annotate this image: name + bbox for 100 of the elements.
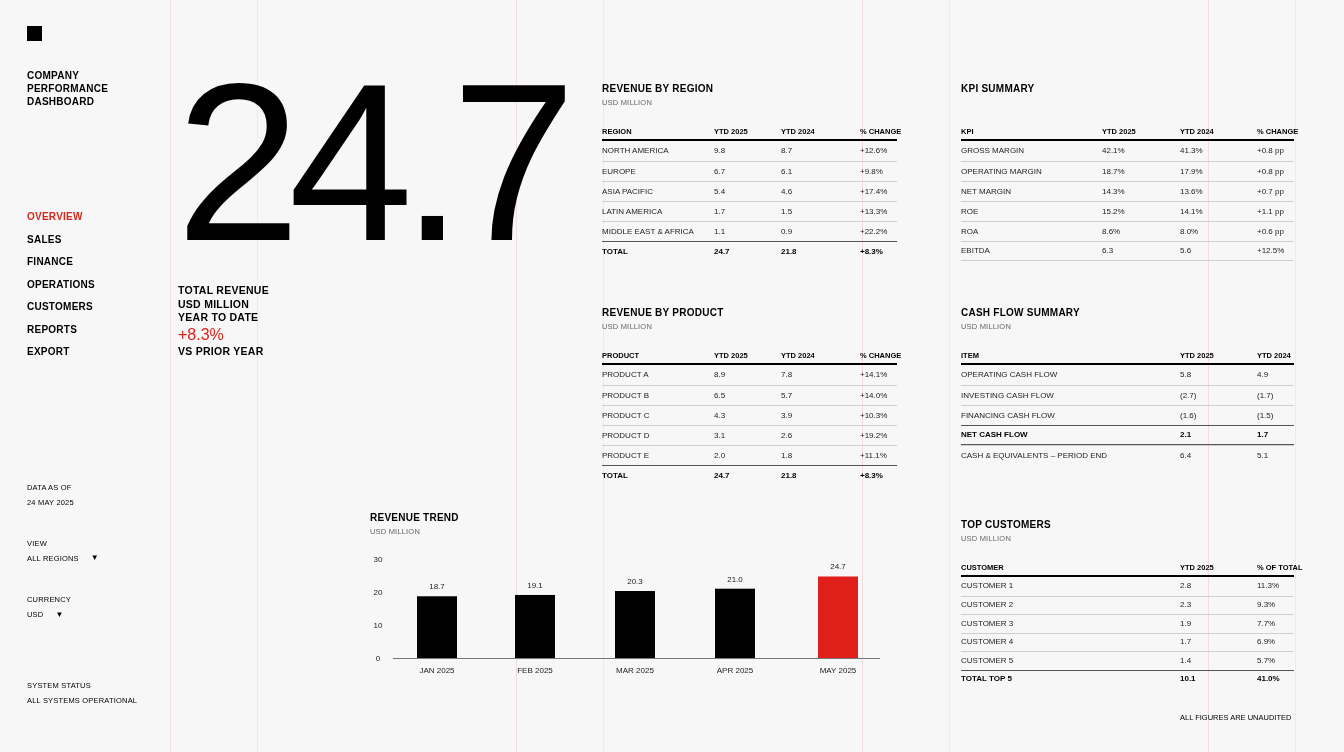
table-cell-text: 5.7 xyxy=(781,389,794,402)
table-cell-text: 18.7% xyxy=(1102,165,1126,178)
table-cell-text: EUROPE xyxy=(602,165,637,178)
nav-link[interactable]: SALES xyxy=(27,228,62,251)
table-cell-text: 41.3% xyxy=(1180,145,1204,157)
category-label: MAR 2025 xyxy=(616,666,654,675)
nav-link[interactable]: OPERATIONS xyxy=(27,273,95,296)
table-cell-text: +9.8% xyxy=(860,165,884,178)
table-cell-text: 5.7% xyxy=(1257,654,1277,667)
table-cell-text: 2.1 xyxy=(1180,429,1193,441)
dashboard-title: COMPANY PERFORMANCE DASHBOARD xyxy=(27,69,110,108)
table-cell-text: 0.9 xyxy=(781,225,794,238)
table-cell-text: PRODUCT A xyxy=(602,369,650,381)
table-cell-text: ASIA PACIFIC xyxy=(602,185,654,198)
table-cell-text: 14.3% xyxy=(1102,185,1126,198)
table-cell-text: 21.8 xyxy=(781,245,798,258)
data-label: 19.1 xyxy=(527,580,543,590)
nav-link[interactable]: CUSTOMERS xyxy=(27,296,93,319)
table-cell-text: ROE xyxy=(961,205,980,218)
table-cell-text: 15.2% xyxy=(1102,205,1126,218)
table-cell-text: 8.7 xyxy=(781,145,794,157)
table-cell-text: 42.1% xyxy=(1102,145,1126,157)
table-cell-text: 4.9 xyxy=(1257,369,1270,381)
table-cell-text: +10.3% xyxy=(860,409,889,422)
table-cell-text: 24.7 xyxy=(714,245,731,258)
table-cell-text: +0.7 pp xyxy=(1257,185,1285,198)
table-cell-text: 2.8 xyxy=(1180,580,1193,593)
nav-link[interactable]: REPORTS xyxy=(27,318,78,341)
bar xyxy=(515,594,555,658)
table-cell-text: FINANCING CASH FLOW xyxy=(961,409,1056,422)
axis-tick-label: 30 xyxy=(373,555,383,564)
section-title: TOP CUSTOMERS xyxy=(961,519,1052,531)
table-cell-text: OPERATING MARGIN xyxy=(961,165,1043,178)
table-cell-text: +14.0% xyxy=(860,389,889,402)
axis-tick-label: 0 xyxy=(375,654,381,663)
data-label: 21.0 xyxy=(727,574,743,584)
table-cell-text: NET CASH FLOW xyxy=(961,429,1029,441)
table-cell-text: OPERATING CASH FLOW xyxy=(961,369,1059,381)
table-cell-text: 1.7 xyxy=(1180,636,1193,649)
table-cell-text: 1.1 xyxy=(714,225,727,238)
table-cell-text: PRODUCT C xyxy=(602,409,651,422)
bar xyxy=(417,596,457,658)
table-cell-text: EBITDA xyxy=(961,245,991,257)
table-cell-text: 4.3 xyxy=(714,409,727,422)
table-cell-text: 21.8 xyxy=(781,469,798,482)
table-cell-text: 7.8 xyxy=(781,369,794,381)
table-cell-text: LATIN AMERICA xyxy=(602,205,664,218)
table-cell-text: 6.7 xyxy=(714,165,727,178)
table-cell-text: 8.9 xyxy=(714,369,727,381)
category-label: JAN 2025 xyxy=(419,666,455,675)
table-cell-text: TOTAL TOP 5 xyxy=(961,673,1013,686)
table-cell-text: 10.1 xyxy=(1180,673,1197,686)
table-cell-text: 6.9% xyxy=(1257,636,1277,649)
comparison-label: VS PRIOR YEAR xyxy=(178,344,265,358)
table-cell-text: 9.8 xyxy=(714,145,727,157)
headline-value: 24.7 xyxy=(176,50,564,274)
table-cell-text: CASH & EQUIVALENTS – PERIOD END xyxy=(961,449,1109,462)
table-cell-text: 1.7 xyxy=(1257,429,1270,441)
table-cell-text: 9.3% xyxy=(1257,599,1277,612)
table-cell-text: PRODUCT D xyxy=(602,429,651,442)
data-label: 18.7 xyxy=(429,582,445,592)
table-cell-text: NORTH AMERICA xyxy=(602,145,670,157)
table-cell-text: 24.7 xyxy=(714,469,731,482)
table-cell-text: 11.3% xyxy=(1257,580,1281,593)
section-title: CASH FLOW SUMMARY xyxy=(961,307,1081,319)
table-cell-text: 3.9 xyxy=(781,409,794,422)
bar xyxy=(715,588,755,658)
nav-link[interactable]: EXPORT xyxy=(27,341,70,364)
data-label: 24.7 xyxy=(830,562,846,572)
category-label: FEB 2025 xyxy=(517,666,553,675)
table-cell-text: +19.2% xyxy=(860,429,889,442)
table-cell-text: TOTAL xyxy=(602,245,629,258)
table-cell-text: GROSS MARGIN xyxy=(961,145,1026,157)
nav-link[interactable]: OVERVIEW xyxy=(27,206,83,229)
table-cell-text: +13.3% xyxy=(860,205,889,218)
table-cell-text: 7.7% xyxy=(1257,617,1277,630)
section-title: REVENUE TREND xyxy=(370,512,460,524)
nav-link[interactable]: FINANCE xyxy=(27,251,74,274)
table-cell-text: 8.6% xyxy=(1102,225,1122,238)
table-cell-text: 2.3 xyxy=(1180,599,1193,612)
table-cell-text: +1.1 pp xyxy=(1257,205,1285,218)
table-cell-text: (1.5) xyxy=(1257,409,1275,422)
table-cell-text: +8.3% xyxy=(860,469,884,482)
axis-tick-label: 20 xyxy=(373,588,383,597)
table-cell-text: 1.5 xyxy=(781,205,794,218)
table-cell-text: +17.4% xyxy=(860,185,889,198)
table-cell-text: TOTAL xyxy=(602,469,629,482)
table-cell-text: 6.3 xyxy=(1102,245,1115,257)
data-label: 20.3 xyxy=(627,577,643,586)
table-cell-text: CUSTOMER 3 xyxy=(961,617,1015,630)
table-cell-text: 4.6 xyxy=(781,185,794,198)
table-cell-text: CUSTOMER 5 xyxy=(961,654,1015,667)
table-cell-text: +12.5% xyxy=(1257,245,1286,257)
category-label: MAY 2025 xyxy=(819,666,857,675)
table-cell-text: NET MARGIN xyxy=(961,185,1013,198)
table-cell-text: 3.1 xyxy=(714,429,727,442)
section-title: REVENUE BY REGION xyxy=(602,83,715,95)
table-cell-text: CUSTOMER 4 xyxy=(961,636,1015,649)
table-cell-text: +8.3% xyxy=(860,245,884,258)
bar xyxy=(615,591,655,658)
